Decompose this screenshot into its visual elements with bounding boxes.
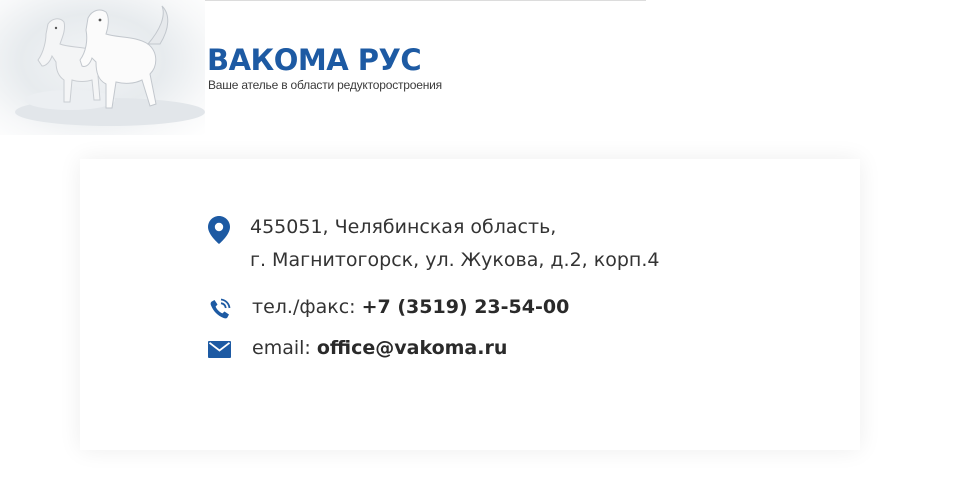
address-line-1: 455051, Челябинская область, xyxy=(250,216,557,238)
logo-text: ВАКОМА РУС xyxy=(207,43,422,77)
email-label: email: xyxy=(252,337,317,359)
envelope-icon xyxy=(208,341,231,363)
tagline: Ваше ателье в области редукторостроения xyxy=(208,78,442,92)
contacts-card: 455051, Челябинская область, г. Магнитог… xyxy=(80,159,860,450)
address-line-2: г. Магнитогорск, ул. Жукова, д.2, корп.4 xyxy=(250,249,660,271)
phone-number-link[interactable]: +7 (3519) 23-54-00 xyxy=(362,296,570,318)
company-logo[interactable]: ВАКОМА РУС xyxy=(207,44,457,76)
email-row: email: office@vakoma.ru xyxy=(252,337,507,359)
email-link[interactable]: office@vakoma.ru xyxy=(317,337,508,359)
phone-icon xyxy=(208,297,232,326)
map-pin-icon xyxy=(208,216,230,249)
horses-image xyxy=(0,0,205,135)
phone-row: тел./факс: +7 (3519) 23-54-00 xyxy=(252,296,569,318)
phone-label: тел./факс: xyxy=(252,296,362,318)
